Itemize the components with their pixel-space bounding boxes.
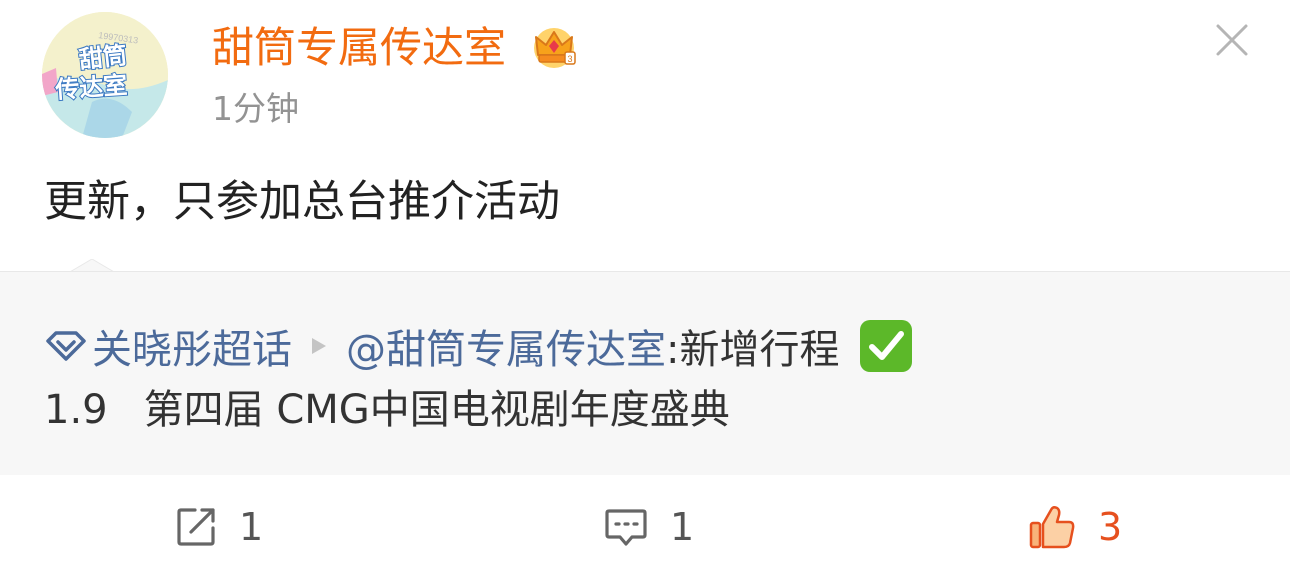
check-mark-button-icon	[860, 320, 913, 372]
avatar-text-bottom: 传达室	[53, 71, 128, 104]
mention-link[interactable]: @甜筒专属传达室	[346, 317, 666, 375]
repost-header: 关晓彤超话 @甜筒专属传达室 :新增行程	[44, 318, 913, 374]
topic-link[interactable]: 关晓彤超话	[44, 317, 292, 375]
share-icon	[177, 508, 215, 546]
play-arrow-icon	[312, 338, 326, 354]
avatar-text-top: 甜筒	[78, 41, 129, 74]
share-count: 1	[239, 505, 264, 549]
share-button[interactable]: 1	[175, 504, 263, 550]
thumbs-up-icon	[1029, 506, 1075, 549]
comment-count: 1	[670, 505, 695, 549]
diamond-icon	[46, 331, 86, 361]
crown-icon: 3	[534, 28, 576, 68]
close-icon[interactable]	[1212, 20, 1252, 60]
repost-box[interactable]: 关晓彤超话 @甜筒专属传达室 :新增行程 1.9 第四届 CMG中国电视剧年度盛典	[0, 271, 1290, 475]
author-name[interactable]: 甜筒专属传达室	[212, 20, 506, 76]
event-name: 第四届 CMG中国电视剧年度盛典	[143, 387, 730, 433]
avatar[interactable]: 19970313 甜筒 传达室	[42, 12, 168, 138]
like-button[interactable]: 3	[1028, 504, 1122, 550]
repost-suffix: :新增行程	[666, 327, 840, 373]
topic-label: 关晓彤超话	[92, 327, 292, 373]
comment-icon	[605, 509, 647, 546]
svg-text:3: 3	[568, 54, 573, 64]
like-count: 3	[1098, 505, 1123, 549]
repost-detail: 1.9 第四届 CMG中国电视剧年度盛典	[44, 382, 730, 438]
comment-button[interactable]: 1	[604, 504, 694, 550]
event-date: 1.9	[44, 387, 108, 433]
action-bar: 1 1 3	[0, 474, 1290, 573]
post-timestamp: 1分钟	[212, 89, 299, 128]
post-text: 更新，只参加总台推介活动	[44, 177, 560, 227]
